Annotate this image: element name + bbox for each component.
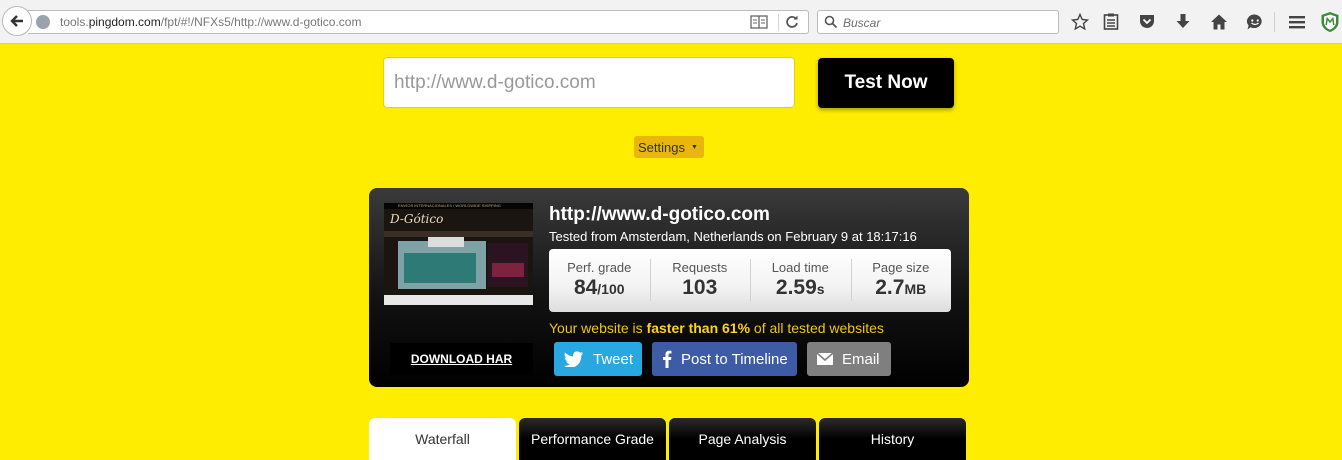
reader-view-icon[interactable] xyxy=(750,15,768,29)
toolbar-separator xyxy=(1274,12,1275,32)
post-to-timeline-label: Post to Timeline xyxy=(681,350,788,368)
stat-load-time: Load time 2.59s xyxy=(750,249,851,312)
stat-unit: s xyxy=(816,281,825,297)
browser-search-box[interactable]: Buscar xyxy=(817,10,1059,34)
test-result-panel: ENVÍOS INTERNACIONALES / WORLDWIDE SHIPP… xyxy=(369,188,969,387)
bookmarks-list-icon[interactable] xyxy=(1101,12,1121,32)
stat-page-size: Page size 2.7MB xyxy=(850,249,952,312)
stat-unit: MB xyxy=(904,281,927,297)
home-icon[interactable] xyxy=(1209,12,1229,32)
address-text[interactable]: tools.pingdom.com/fpt/#!/NFXs5/http://ww… xyxy=(60,15,361,29)
stat-value: 84/100 xyxy=(573,276,625,299)
tab-history[interactable]: History xyxy=(819,418,966,460)
address-separator xyxy=(778,14,779,31)
back-arrow-icon xyxy=(10,15,23,27)
tweet-button[interactable]: Tweet xyxy=(554,342,642,376)
stat-label: Page size xyxy=(872,260,930,275)
stat-label: Requests xyxy=(672,260,728,275)
url-input[interactable] xyxy=(383,57,795,108)
stat-value: 103 xyxy=(682,276,718,299)
search-placeholder: Buscar xyxy=(843,16,881,30)
download-har-link[interactable]: DOWNLOAD HAR xyxy=(390,343,533,374)
search-icon xyxy=(824,15,838,29)
thumbnail-logo: D-Gótico xyxy=(390,212,444,226)
twitter-bird-icon xyxy=(564,351,583,367)
post-to-timeline-button[interactable]: Post to Timeline xyxy=(652,342,797,376)
thumbnail-banner xyxy=(428,237,464,247)
back-button[interactable] xyxy=(2,6,32,36)
thumbnail-hero xyxy=(398,241,486,289)
thumbnail-sidebar xyxy=(488,243,528,287)
email-label: Email xyxy=(842,350,880,368)
caret-down-icon: ▼ xyxy=(690,143,698,151)
stat-label: Perf. grade xyxy=(567,260,632,275)
facebook-icon xyxy=(663,350,672,368)
comparison-text: Your website is faster than 61% of all t… xyxy=(549,320,884,336)
stat-perf-grade: Perf. grade 84/100 xyxy=(549,249,650,312)
hello-chat-icon[interactable] xyxy=(1245,12,1265,32)
site-screenshot-thumbnail: ENVÍOS INTERNACIONALES / WORLDWIDE SHIPP… xyxy=(384,203,533,305)
thumbnail-top-bar: ENVÍOS INTERNACIONALES / WORLDWIDE SHIPP… xyxy=(384,203,533,209)
address-bar[interactable]: tools.pingdom.com/fpt/#!/NFXs5/http://ww… xyxy=(28,10,809,34)
stat-unit: /100 xyxy=(597,281,625,297)
extension-icon[interactable] xyxy=(1320,12,1340,32)
envelope-icon xyxy=(817,353,833,365)
settings-dropdown[interactable]: Settings ▼ xyxy=(634,136,704,158)
reload-icon[interactable] xyxy=(784,14,800,30)
tab-page-analysis[interactable]: Page Analysis xyxy=(669,418,816,460)
stat-value: 2.59s xyxy=(775,276,825,299)
stat-value: 2.7MB xyxy=(875,276,927,299)
bookmark-star-icon[interactable] xyxy=(1070,12,1090,32)
tab-performance-grade[interactable]: Performance Grade xyxy=(519,418,666,460)
browser-toolbar: tools.pingdom.com/fpt/#!/NFXs5/http://ww… xyxy=(0,0,1342,44)
email-button[interactable]: Email xyxy=(807,342,891,376)
settings-label: Settings xyxy=(638,139,685,155)
pocket-icon[interactable] xyxy=(1137,12,1157,32)
tested-site-url: http://www.d-gotico.com xyxy=(549,204,770,225)
stats-summary: Perf. grade 84/100 Requests 103 Load tim… xyxy=(549,249,951,312)
site-identity-icon[interactable] xyxy=(36,15,50,29)
menu-icon[interactable] xyxy=(1287,12,1307,32)
stat-label: Load time xyxy=(771,260,829,275)
download-icon[interactable] xyxy=(1173,12,1193,32)
tab-waterfall[interactable]: Waterfall xyxy=(369,418,516,460)
test-now-button[interactable]: Test Now xyxy=(818,58,954,108)
stat-requests: Requests 103 xyxy=(649,249,751,312)
tweet-label: Tweet xyxy=(593,350,634,368)
test-location-time: Tested from Amsterdam, Netherlands on Fe… xyxy=(549,229,917,244)
thumbnail-footer xyxy=(384,295,533,305)
